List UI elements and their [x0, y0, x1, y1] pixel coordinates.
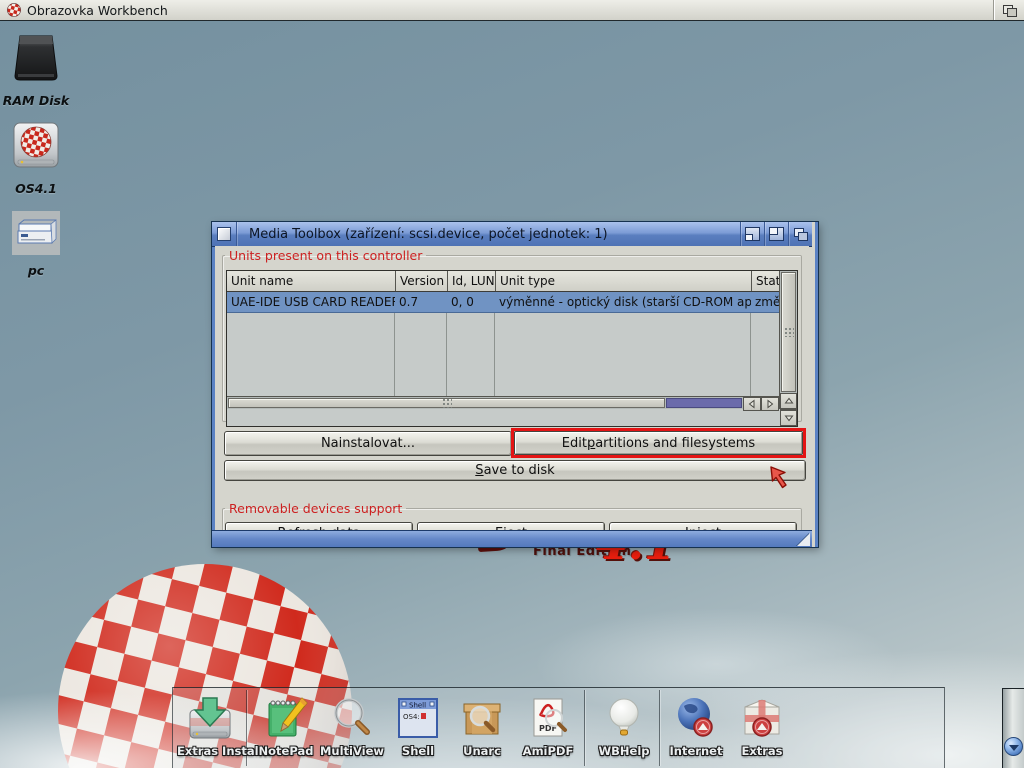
arrow-up-icon	[784, 396, 794, 406]
install-button[interactable]: Nainstalovat...	[224, 431, 512, 456]
scroll-down-button[interactable]	[780, 410, 797, 426]
dock-item-internet[interactable]: Internet	[663, 694, 729, 758]
dock-item-wbhelp[interactable]: WBHelp	[591, 694, 657, 758]
dock-item-unarc[interactable]: Unarc	[449, 694, 515, 758]
amidock: Extras Instal... NotePad Multi	[172, 687, 945, 768]
depth-gadget[interactable]	[788, 222, 812, 246]
extras-installer-icon	[186, 694, 234, 742]
horizontal-scrollbar[interactable]	[227, 396, 779, 409]
close-gadget[interactable]	[212, 222, 237, 246]
depth-icon	[1003, 5, 1016, 16]
dock-separator	[659, 690, 660, 766]
screen-depth-gadget[interactable]	[994, 0, 1024, 20]
svg-text:OS4:: OS4:	[403, 713, 420, 721]
dock-item-amipdf[interactable]: PDF AmiPDF	[515, 694, 581, 758]
notepad-icon	[262, 694, 310, 742]
media-toolbox-window: Media Toolbox (zařízení: scsi.device, po…	[212, 222, 818, 547]
desktop-icon-ram-disk[interactable]: RAM Disk	[0, 30, 72, 108]
cell-unit-name: UAE-IDE USB CARD READER	[227, 295, 395, 309]
resize-gadget[interactable]	[797, 533, 810, 546]
internet-icon	[672, 694, 720, 742]
column-unit-name[interactable]: Unit name	[227, 274, 395, 288]
ram-disk-icon	[10, 30, 62, 86]
svg-text:Shell: Shell	[409, 702, 426, 710]
scroll-corner[interactable]	[780, 409, 797, 426]
cell-stat: změ	[751, 292, 779, 312]
window-titlebar[interactable]: Media Toolbox (zařízení: scsi.device, po…	[212, 222, 812, 247]
iconify-icon	[745, 227, 760, 241]
arrow-left-icon	[747, 399, 757, 409]
arrow-down-icon	[784, 413, 794, 423]
dock-item-extras[interactable]: Extras	[729, 694, 795, 758]
column-id-lun[interactable]: Id, LUN	[447, 271, 495, 291]
desktop-icon-pc[interactable]: pc	[0, 210, 72, 278]
units-group: Units present on this controller Unit na…	[222, 248, 802, 422]
dock-item-notepad[interactable]: NotePad	[253, 694, 319, 758]
hscroll-thumb[interactable]	[228, 398, 665, 408]
scroll-up-button[interactable]	[780, 393, 797, 409]
extras-icon	[738, 694, 786, 742]
units-group-label: Units present on this controller	[225, 248, 426, 263]
wbhelp-icon	[600, 694, 648, 742]
vertical-scrollbar[interactable]	[780, 271, 797, 409]
scroll-right-button[interactable]	[761, 397, 779, 411]
desktop: Final Edition 4.1 Obrazovka Workbench	[0, 0, 1024, 768]
window-bottombar[interactable]	[212, 530, 812, 547]
grip-icon	[784, 327, 794, 337]
window-title: Media Toolbox (zařízení: scsi.device, po…	[249, 227, 608, 242]
arrow-right-icon	[765, 399, 775, 409]
annotation-highlight: Edit partitions and filesystems	[511, 428, 806, 458]
amipdf-icon: PDF	[524, 694, 572, 742]
cell-unit-type: výměnné - optický disk (starší CD-ROM ap…	[495, 292, 751, 312]
desktop-icon-os41[interactable]: OS4.1	[0, 118, 72, 196]
units-listview[interactable]: Unit name Version Id, LUN Unit type Stat…	[226, 270, 798, 427]
dock-item-shell[interactable]: Shell OS4: Shell	[385, 694, 451, 758]
window-depth-icon	[794, 228, 807, 240]
scroll-left-button[interactable]	[743, 397, 761, 411]
screen-title: Obrazovka Workbench	[27, 3, 168, 18]
zoom-gadget[interactable]	[764, 222, 788, 246]
table-header[interactable]: Unit name Version Id, LUN Unit type Stat	[227, 271, 779, 292]
multiview-icon	[328, 694, 376, 742]
vscroll-thumb[interactable]	[781, 272, 796, 392]
removable-group-label: Removable devices support	[225, 501, 406, 516]
pc-drive-icon	[11, 210, 61, 256]
os41-disk-icon	[10, 118, 62, 174]
close-icon	[217, 227, 231, 241]
column-unit-type[interactable]: Unit type	[495, 271, 751, 291]
edit-partitions-button[interactable]: Edit partitions and filesystems	[514, 431, 803, 455]
hscroll-track[interactable]	[666, 398, 742, 408]
screen-titlebar[interactable]: Obrazovka Workbench	[0, 0, 1024, 21]
grip-icon	[442, 398, 452, 408]
save-button[interactable]: Save to disk	[224, 460, 806, 481]
table-body[interactable]: UAE-IDE USB CARD READER 0.7 0, 0 výměnné…	[227, 292, 779, 396]
side-dock	[1002, 688, 1024, 768]
chevron-down-icon	[1009, 745, 1019, 751]
table-row[interactable]: UAE-IDE USB CARD READER 0.7 0, 0 výměnné…	[227, 292, 779, 313]
column-stat[interactable]: Stat	[751, 271, 779, 291]
dock-item-multiview[interactable]: MultiView	[319, 694, 385, 758]
dock-separator	[584, 690, 585, 766]
column-version[interactable]: Version	[395, 271, 447, 291]
cell-id-lun: 0, 0	[447, 292, 495, 312]
subdock-toggle-button[interactable]	[1004, 737, 1023, 756]
unarc-icon	[458, 694, 506, 742]
dock-item-extras-installer[interactable]: Extras Instal...	[177, 694, 243, 758]
iconify-gadget[interactable]	[740, 222, 764, 246]
boing-ball-icon	[7, 3, 21, 17]
zoom-icon	[769, 227, 784, 241]
window-content: Units present on this controller Unit na…	[215, 246, 809, 531]
shell-icon: Shell OS4:	[394, 694, 442, 742]
cell-version: 0.7	[395, 292, 447, 312]
